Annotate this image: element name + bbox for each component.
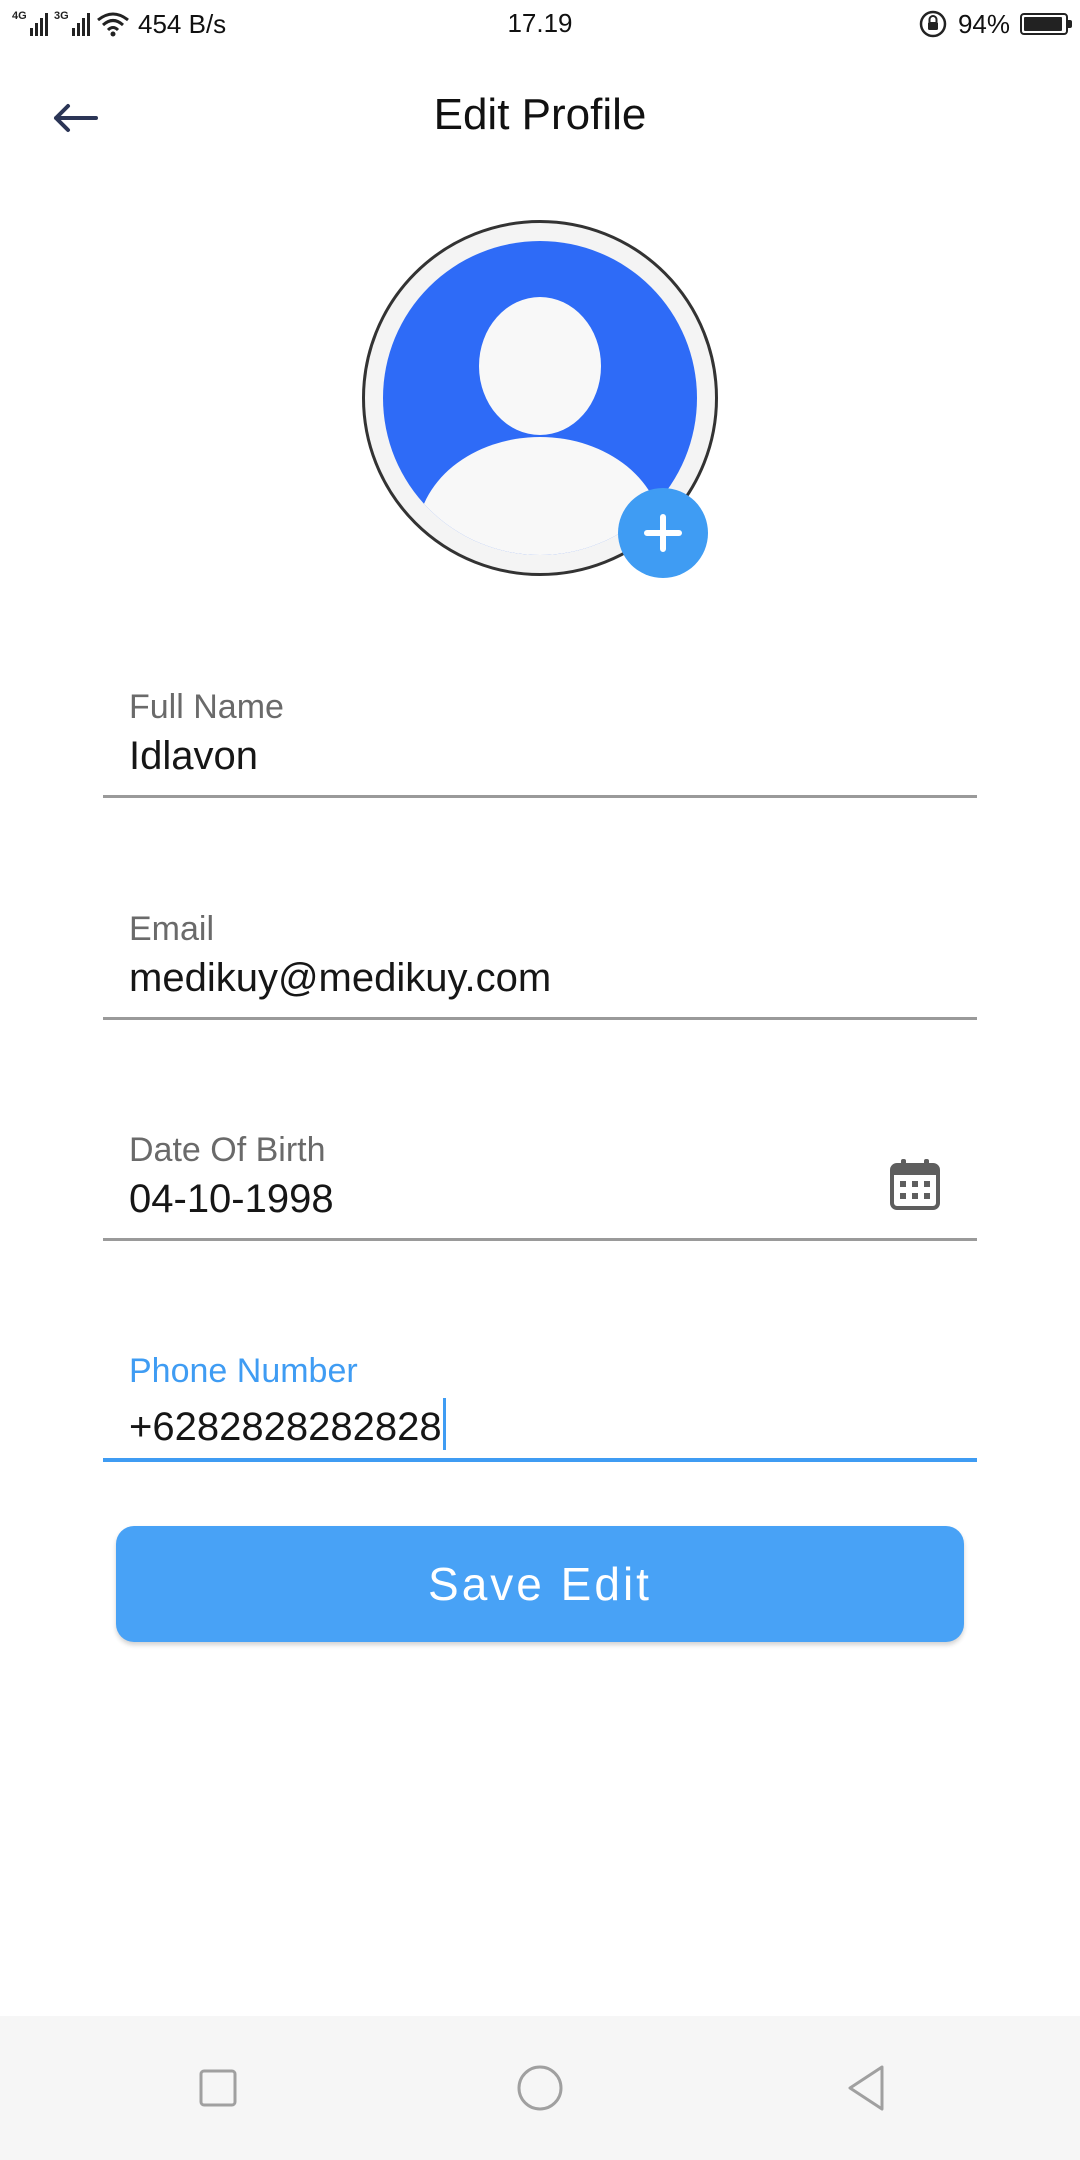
battery-icon <box>1020 13 1072 35</box>
calendar-icon[interactable] <box>889 1157 941 1211</box>
plus-icon <box>644 514 682 552</box>
rotation-lock-icon <box>919 10 947 38</box>
email-label: Email <box>129 910 215 948</box>
full-name-input[interactable]: Idlavon <box>129 734 258 779</box>
status-right: 94% <box>918 6 1072 42</box>
battery-fill <box>1024 17 1062 31</box>
status-bar: 4G 3G 454 B/s 17.19 94% <box>0 0 1080 48</box>
text-cursor <box>442 1398 446 1450</box>
date-of-birth-field[interactable]: Date Of Birth 04-10-1998 <box>103 1121 977 1241</box>
phone-number-field[interactable]: Phone Number +6282828282828 <box>103 1342 977 1462</box>
full-name-field[interactable]: Full Name Idlavon <box>103 678 977 798</box>
system-back-button[interactable] <box>836 2058 896 2118</box>
system-nav-bar <box>0 2016 1080 2160</box>
phone-number-input-wrap[interactable]: +6282828282828 <box>129 1398 446 1450</box>
phone-number-input[interactable]: +6282828282828 <box>129 1405 442 1449</box>
square-icon <box>199 2069 237 2107</box>
phone-number-underline <box>103 1458 977 1462</box>
phone-number-label: Phone Number <box>129 1352 358 1390</box>
save-edit-button[interactable]: Save Edit <box>116 1526 964 1642</box>
full-name-label: Full Name <box>129 688 284 726</box>
add-photo-button[interactable] <box>618 488 708 578</box>
page-title: Edit Profile <box>433 90 647 139</box>
triangle-back-icon <box>848 2065 884 2111</box>
avatar-head <box>479 297 601 435</box>
email-input[interactable]: medikuy@medikuy.com <box>129 956 551 1001</box>
recent-apps-button[interactable] <box>188 2058 248 2118</box>
date-of-birth-input[interactable]: 04-10-1998 <box>129 1177 334 1222</box>
circle-icon <box>517 2065 563 2111</box>
battery-percent: 94% <box>957 8 1010 39</box>
home-button[interactable] <box>510 2058 570 2118</box>
email-field[interactable]: Email medikuy@medikuy.com <box>103 900 977 1020</box>
full-name-underline <box>103 795 977 798</box>
date-of-birth-label: Date Of Birth <box>129 1131 326 1169</box>
email-underline <box>103 1017 977 1020</box>
date-of-birth-underline <box>103 1238 977 1241</box>
